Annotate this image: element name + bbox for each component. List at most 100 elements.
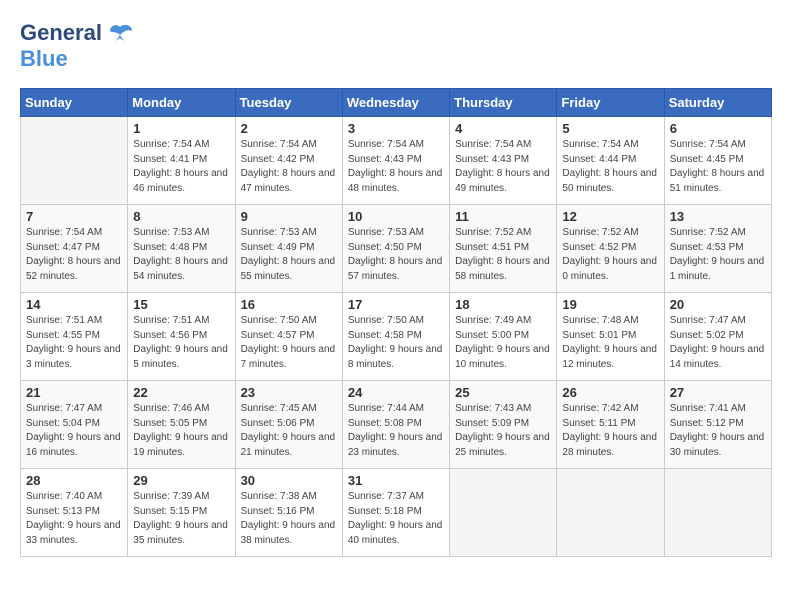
calendar-cell: 13 Sunrise: 7:52 AMSunset: 4:53 PMDayligh… (664, 205, 771, 293)
day-info: Sunrise: 7:53 AMSunset: 4:48 PMDaylight:… (133, 226, 229, 284)
logo-general-text: General (20, 20, 102, 46)
calendar-cell: 24 Sunrise: 7:44 AMSunset: 5:08 PMDayligh… (342, 381, 449, 469)
calendar-cell: 5 Sunrise: 7:54 AMSunset: 4:44 PMDaylight… (557, 117, 664, 205)
day-number: 19 (562, 297, 658, 312)
calendar-week-row: 14Sunrise: 7:51 AMSunset: 4:55 PMDayligh… (21, 293, 772, 381)
day-header-thursday: Thursday (450, 89, 557, 117)
calendar-cell: 21 Sunrise: 7:47 AMSunset: 5:04 PMDayligh… (21, 381, 128, 469)
calendar-cell (450, 469, 557, 557)
calendar-cell: 26 Sunrise: 7:42 AMSunset: 5:11 PMDayligh… (557, 381, 664, 469)
calendar-cell: 15 Sunrise: 7:51 AMSunset: 4:56 PMDayligh… (128, 293, 235, 381)
day-info: Sunrise: 7:48 AMSunset: 5:01 PMDaylight:… (562, 314, 658, 372)
calendar-cell: 11 Sunrise: 7:52 AMSunset: 4:51 PMDayligh… (450, 205, 557, 293)
day-header-monday: Monday (128, 89, 235, 117)
day-info: Sunrise: 7:46 AMSunset: 5:05 PMDaylight:… (133, 402, 229, 460)
calendar-cell: 14Sunrise: 7:51 AMSunset: 4:55 PMDayligh… (21, 293, 128, 381)
calendar-cell: 30Sunrise: 7:38 AMSunset: 5:16 PMDayligh… (235, 469, 342, 557)
day-number: 22 (133, 385, 229, 400)
day-number: 6 (670, 121, 766, 136)
calendar-cell: 10Sunrise: 7:53 AMSunset: 4:50 PMDayligh… (342, 205, 449, 293)
day-header-saturday: Saturday (664, 89, 771, 117)
day-info: Sunrise: 7:37 AMSunset: 5:18 PMDaylight:… (348, 490, 444, 548)
day-number: 8 (133, 209, 229, 224)
calendar-cell: 18 Sunrise: 7:49 AMSunset: 5:00 PMDayligh… (450, 293, 557, 381)
day-info: Sunrise: 7:49 AMSunset: 5:00 PMDaylight:… (455, 314, 551, 372)
calendar-cell: 8 Sunrise: 7:53 AMSunset: 4:48 PMDaylight… (128, 205, 235, 293)
calendar-cell: 17 Sunrise: 7:50 AMSunset: 4:58 PMDayligh… (342, 293, 449, 381)
day-info: Sunrise: 7:51 AMSunset: 4:56 PMDaylight:… (133, 314, 229, 372)
day-info: Sunrise: 7:40 AMSunset: 5:13 PMDaylight:… (26, 490, 122, 548)
day-info: Sunrise: 7:54 AMSunset: 4:42 PMDaylight:… (241, 138, 337, 196)
calendar-cell: 12Sunrise: 7:52 AMSunset: 4:52 PMDayligh… (557, 205, 664, 293)
day-info: Sunrise: 7:50 AMSunset: 4:58 PMDaylight:… (348, 314, 444, 372)
day-info: Sunrise: 7:47 AMSunset: 5:02 PMDaylight:… (670, 314, 766, 372)
day-info: Sunrise: 7:54 AMSunset: 4:45 PMDaylight:… (670, 138, 766, 196)
day-info: Sunrise: 7:54 AMSunset: 4:47 PMDaylight:… (26, 226, 122, 284)
day-info: Sunrise: 7:42 AMSunset: 5:11 PMDaylight:… (562, 402, 658, 460)
day-number: 20 (670, 297, 766, 312)
day-number: 26 (562, 385, 658, 400)
day-number: 23 (241, 385, 337, 400)
day-info: Sunrise: 7:54 AMSunset: 4:43 PMDaylight:… (348, 138, 444, 196)
day-info: Sunrise: 7:54 AMSunset: 4:41 PMDaylight:… (133, 138, 229, 196)
day-info: Sunrise: 7:43 AMSunset: 5:09 PMDaylight:… (455, 402, 551, 460)
day-info: Sunrise: 7:53 AMSunset: 4:50 PMDaylight:… (348, 226, 444, 284)
calendar-cell: 9 Sunrise: 7:53 AMSunset: 4:49 PMDaylight… (235, 205, 342, 293)
day-header-wednesday: Wednesday (342, 89, 449, 117)
day-number: 12 (562, 209, 658, 224)
day-number: 24 (348, 385, 444, 400)
day-number: 16 (241, 297, 337, 312)
logo-blue-text: Blue (20, 46, 68, 71)
calendar-cell: 27 Sunrise: 7:41 AMSunset: 5:12 PMDayligh… (664, 381, 771, 469)
calendar-cell: 2 Sunrise: 7:54 AMSunset: 4:42 PMDaylight… (235, 117, 342, 205)
calendar-cell (557, 469, 664, 557)
day-info: Sunrise: 7:52 AMSunset: 4:51 PMDaylight:… (455, 226, 551, 284)
day-info: Sunrise: 7:53 AMSunset: 4:49 PMDaylight:… (241, 226, 337, 284)
day-number: 2 (241, 121, 337, 136)
day-number: 25 (455, 385, 551, 400)
day-info: Sunrise: 7:54 AMSunset: 4:44 PMDaylight:… (562, 138, 658, 196)
day-number: 31 (348, 473, 444, 488)
day-number: 17 (348, 297, 444, 312)
day-header-sunday: Sunday (21, 89, 128, 117)
day-info: Sunrise: 7:47 AMSunset: 5:04 PMDaylight:… (26, 402, 122, 460)
day-number: 5 (562, 121, 658, 136)
day-number: 4 (455, 121, 551, 136)
calendar-cell: 6 Sunrise: 7:54 AMSunset: 4:45 PMDaylight… (664, 117, 771, 205)
calendar-cell: 1 Sunrise: 7:54 AMSunset: 4:41 PMDaylight… (128, 117, 235, 205)
calendar-cell: 20 Sunrise: 7:47 AMSunset: 5:02 PMDayligh… (664, 293, 771, 381)
day-number: 13 (670, 209, 766, 224)
calendar-cell (664, 469, 771, 557)
day-header-tuesday: Tuesday (235, 89, 342, 117)
day-number: 1 (133, 121, 229, 136)
calendar-cell: 28 Sunrise: 7:40 AMSunset: 5:13 PMDayligh… (21, 469, 128, 557)
day-number: 18 (455, 297, 551, 312)
calendar-week-row: 28 Sunrise: 7:40 AMSunset: 5:13 PMDayligh… (21, 469, 772, 557)
day-number: 29 (133, 473, 229, 488)
calendar-cell: 19 Sunrise: 7:48 AMSunset: 5:01 PMDayligh… (557, 293, 664, 381)
calendar-cell: 23Sunrise: 7:45 AMSunset: 5:06 PMDayligh… (235, 381, 342, 469)
day-number: 7 (26, 209, 122, 224)
calendar-week-row: 1 Sunrise: 7:54 AMSunset: 4:41 PMDaylight… (21, 117, 772, 205)
day-number: 11 (455, 209, 551, 224)
day-header-friday: Friday (557, 89, 664, 117)
day-info: Sunrise: 7:38 AMSunset: 5:16 PMDaylight:… (241, 490, 337, 548)
calendar-week-row: 7 Sunrise: 7:54 AMSunset: 4:47 PMDaylight… (21, 205, 772, 293)
day-info: Sunrise: 7:44 AMSunset: 5:08 PMDaylight:… (348, 402, 444, 460)
day-number: 14 (26, 297, 122, 312)
calendar-cell: 3Sunrise: 7:54 AMSunset: 4:43 PMDaylight… (342, 117, 449, 205)
day-number: 28 (26, 473, 122, 488)
calendar-week-row: 21 Sunrise: 7:47 AMSunset: 5:04 PMDayligh… (21, 381, 772, 469)
logo: General Blue (20, 20, 134, 72)
day-info: Sunrise: 7:52 AMSunset: 4:53 PMDaylight:… (670, 226, 766, 284)
day-info: Sunrise: 7:39 AMSunset: 5:15 PMDaylight:… (133, 490, 229, 548)
day-number: 9 (241, 209, 337, 224)
day-number: 27 (670, 385, 766, 400)
logo-bird-icon (106, 23, 134, 43)
day-number: 15 (133, 297, 229, 312)
calendar-cell: 4Sunrise: 7:54 AMSunset: 4:43 PMDaylight… (450, 117, 557, 205)
calendar-cell: 31 Sunrise: 7:37 AMSunset: 5:18 PMDayligh… (342, 469, 449, 557)
day-info: Sunrise: 7:41 AMSunset: 5:12 PMDaylight:… (670, 402, 766, 460)
day-number: 21 (26, 385, 122, 400)
day-info: Sunrise: 7:50 AMSunset: 4:57 PMDaylight:… (241, 314, 337, 372)
